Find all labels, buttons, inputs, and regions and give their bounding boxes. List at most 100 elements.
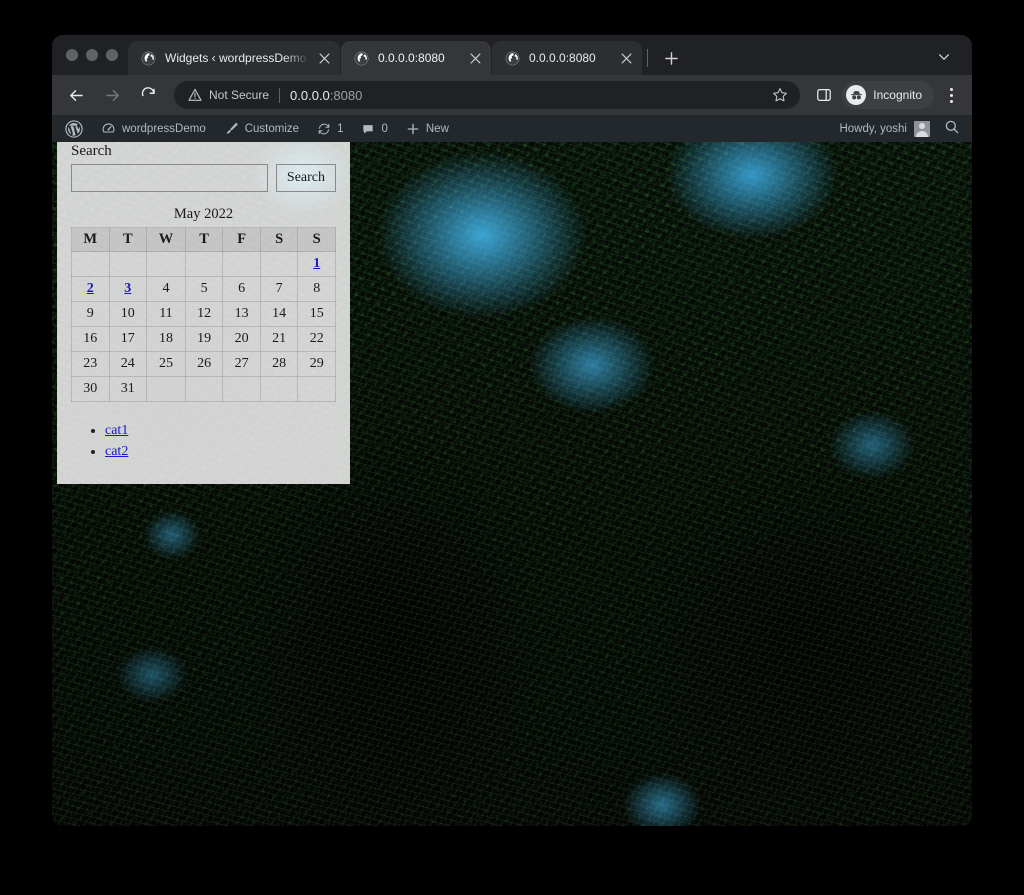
search-icon	[944, 119, 960, 138]
tab-0-0-0-0-8080-second[interactable]: 0.0.0.0:8080	[492, 41, 642, 75]
close-icon[interactable]	[618, 50, 634, 66]
plus-icon	[406, 122, 420, 136]
calendar-day-cell: 9	[71, 301, 110, 327]
calendar-day-cell: 14	[259, 301, 299, 327]
back-button[interactable]	[62, 81, 90, 109]
calendar-day-cell: 26	[184, 351, 224, 377]
calendar-week-row: 23 24 25 26 27 28 29	[71, 351, 336, 377]
adminbar-howdy-label: Howdy, yoshi	[839, 122, 907, 135]
calendar-day-link-cell[interactable]: 3	[108, 276, 148, 302]
calendar-day-cell: 24	[108, 351, 148, 377]
calendar-day-cell: 6	[222, 276, 261, 302]
omnibox-divider	[279, 87, 281, 103]
calendar-day-cell: 5	[184, 276, 224, 302]
paintbrush-icon	[224, 121, 239, 136]
adminbar-comments-count: 0	[381, 122, 388, 135]
adminbar-new-label: New	[425, 122, 449, 135]
calendar-empty-cell	[259, 376, 299, 402]
calendar-day-cell: 15	[297, 301, 336, 327]
adminbar-new-content[interactable]: New	[397, 115, 458, 142]
calendar-day-header: T	[184, 227, 224, 252]
calendar-day-cell: 23	[71, 351, 110, 377]
adminbar-wp-logo[interactable]	[56, 115, 92, 142]
profile-incognito-button[interactable]: Incognito	[842, 81, 934, 109]
calendar-body: 1 2 3 4 5 6 7 8 9 10 11 12 13 14 15 16 17 18 19 20 21 22 23 24 2…	[71, 251, 336, 402]
wordpress-logo-icon	[65, 119, 83, 138]
adminbar-my-account[interactable]: Howdy, yoshi	[831, 115, 938, 142]
tab-widgets-wordpressdemo[interactable]: Widgets ‹ wordpressDemo — W	[128, 41, 340, 75]
adminbar-site-name[interactable]: wordpressDemo	[92, 115, 215, 142]
search-input[interactable]	[71, 164, 268, 192]
calendar-empty-cell	[297, 376, 336, 402]
calendar-week-row: 1	[71, 251, 336, 277]
calendar-day-cell: 13	[222, 301, 261, 327]
list-item: cat1	[105, 422, 336, 441]
search-widget-label: Search	[71, 143, 112, 159]
side-panel-icon[interactable]	[810, 81, 838, 109]
calendar-day-link-cell[interactable]: 2	[71, 276, 110, 302]
forward-button[interactable]	[98, 81, 126, 109]
calendar-week-row: 16 17 18 19 20 21 22	[71, 326, 336, 352]
browser-window: Widgets ‹ wordpressDemo — W 0.0.0.0:8080…	[52, 35, 972, 826]
widget-calendar: May 2022 M T W T F S S 1 2 3 4 5 6 7 8 9 10 11 12 13…	[71, 204, 336, 402]
calendar-day-cell: 29	[297, 351, 336, 377]
adminbar-customize[interactable]: Customize	[215, 115, 308, 142]
tab-title: Widgets ‹ wordpressDemo — W	[165, 51, 310, 65]
adminbar-updates-count: 1	[337, 122, 344, 135]
kebab-menu-icon[interactable]	[938, 81, 964, 109]
comment-bubble-icon	[361, 122, 375, 136]
list-item: cat2	[105, 443, 336, 462]
security-status-text: Not Secure	[209, 88, 270, 102]
search-row: Search	[71, 164, 336, 192]
calendar-day-cell: 31	[108, 376, 148, 402]
wordpress-admin-bar: wordpressDemo Customize 1 0 New Howdy, y…	[52, 115, 972, 142]
widget-area: Search Search May 2022 M T W T F S S 1 2…	[57, 131, 350, 484]
calendar-day-link[interactable]: 2	[87, 281, 94, 296]
reload-button[interactable]	[134, 81, 162, 109]
calendar-day-header: W	[146, 227, 186, 252]
incognito-icon	[846, 85, 867, 105]
category-link[interactable]: cat2	[105, 444, 128, 459]
minimize-window-button[interactable]	[86, 49, 98, 61]
calendar-day-cell: 18	[146, 326, 186, 352]
tabstrip-divider	[647, 49, 648, 67]
calendar-day-link[interactable]: 3	[124, 281, 131, 296]
close-window-button[interactable]	[66, 49, 78, 61]
adminbar-comments[interactable]: 0	[352, 115, 396, 142]
widget-search: Search Search	[71, 141, 336, 198]
chevron-down-icon[interactable]	[930, 43, 958, 71]
search-submit-button[interactable]: Search	[275, 164, 336, 192]
adminbar-search-button[interactable]	[938, 115, 972, 142]
calendar-empty-cell	[146, 251, 186, 277]
calendar-day-cell: 27	[222, 351, 261, 377]
window-traffic-lights	[60, 35, 128, 75]
calendar-day-cell: 20	[222, 326, 261, 352]
calendar-day-header: M	[71, 227, 110, 252]
calendar-day-link[interactable]: 1	[313, 256, 320, 271]
star-icon[interactable]	[772, 87, 788, 103]
calendar-day-cell: 11	[146, 301, 186, 327]
close-icon[interactable]	[467, 50, 483, 66]
page-viewport: wordpressDemo Customize 1 0 New Howdy, y…	[52, 115, 972, 826]
calendar-day-cell: 21	[259, 326, 299, 352]
globe-icon	[353, 50, 369, 66]
category-link[interactable]: cat1	[105, 423, 128, 438]
calendar-day-cell: 30	[71, 376, 110, 402]
calendar-day-link-cell[interactable]: 1	[297, 251, 336, 277]
adminbar-updates[interactable]: 1	[308, 115, 352, 142]
close-icon[interactable]	[316, 50, 332, 66]
maximize-window-button[interactable]	[106, 49, 118, 61]
address-bar[interactable]: Not Secure 0.0.0.0:8080	[174, 81, 801, 109]
new-tab-button[interactable]	[657, 44, 685, 72]
calendar-empty-cell	[146, 376, 186, 402]
calendar-head: M T W T F S S	[71, 227, 336, 252]
calendar-day-cell: 12	[184, 301, 224, 327]
url-host: 0.0.0.0	[290, 87, 330, 103]
calendar-day-cell: 25	[146, 351, 186, 377]
tab-strip: Widgets ‹ wordpressDemo — W 0.0.0.0:8080…	[52, 35, 972, 75]
tab-0-0-0-0-8080-active[interactable]: 0.0.0.0:8080	[341, 41, 491, 75]
avatar	[914, 120, 930, 137]
globe-icon	[504, 50, 520, 66]
calendar-day-cell: 10	[108, 301, 148, 327]
calendar-day-cell: 4	[146, 276, 186, 302]
